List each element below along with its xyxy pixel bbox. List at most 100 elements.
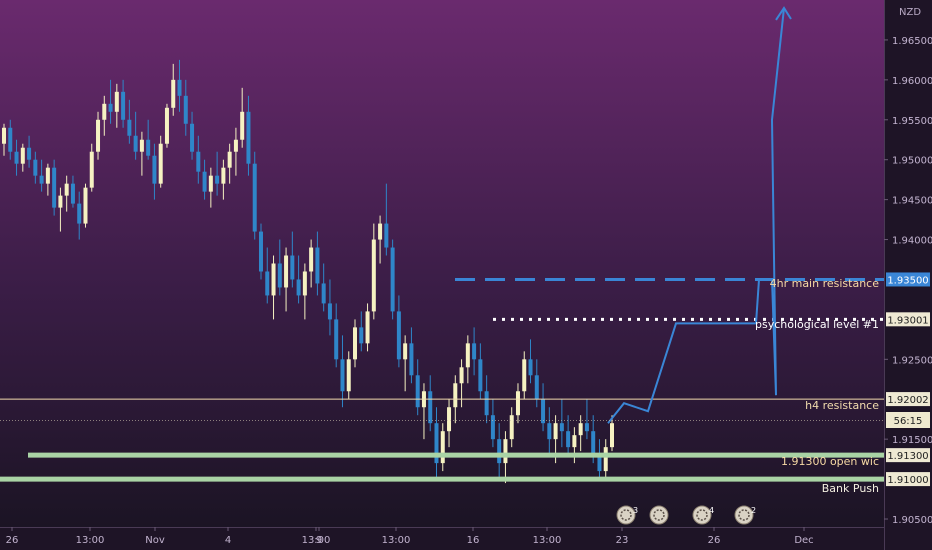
y-tick-label: 1.96000: [892, 76, 932, 87]
candle-body: [371, 239, 376, 312]
candle-body: [497, 439, 502, 464]
candle-body: [522, 359, 527, 392]
candle-body: [315, 247, 320, 284]
x-tick-label: 13:00: [533, 535, 562, 546]
candle-body: [133, 135, 138, 152]
x-tick-label: 4: [225, 535, 231, 546]
candle-body: [108, 103, 113, 112]
candle-body: [534, 375, 539, 400]
candle-body: [353, 327, 358, 360]
candle-body: [321, 283, 326, 304]
candle-body: [290, 255, 295, 280]
x-tick-label: 23: [616, 535, 629, 546]
candle-body: [33, 159, 38, 176]
candle-body: [83, 187, 88, 224]
candle-body: [240, 111, 245, 140]
y-axis-price-label: 1.93001: [887, 315, 928, 326]
currency-label: NZD: [899, 7, 921, 18]
x-axis-background: [0, 527, 884, 550]
candle-body: [271, 263, 276, 296]
candle-body: [603, 447, 608, 472]
candle-body: [146, 139, 151, 156]
x-tick-label: Nov: [145, 535, 165, 546]
candle-body: [77, 203, 82, 224]
candle-body: [171, 79, 176, 108]
candle-body: [196, 151, 201, 172]
candle-body: [327, 303, 332, 320]
candle-body: [96, 119, 101, 152]
candle-body: [578, 423, 583, 436]
level-label-4hr-main-resistance: 4hr main resistance: [770, 277, 880, 290]
y-tick-label: 1.92500: [892, 355, 932, 366]
candle-body: [58, 195, 63, 208]
candle-body: [8, 127, 13, 152]
candle-body: [27, 147, 32, 160]
event-badge: 4: [709, 506, 714, 515]
candle-body: [114, 91, 119, 112]
x-tick-label: 26: [6, 535, 19, 546]
price-chart: NZD 1.96500 1.96000 1.95500 1.95000 1.94500 1…: [0, 0, 932, 550]
candle: [52, 159, 57, 216]
candle-body: [252, 163, 257, 232]
candle-body: [484, 391, 489, 416]
candle-body: [346, 359, 351, 392]
candle: [258, 223, 263, 280]
candle-body: [528, 359, 533, 376]
candle: [390, 239, 395, 320]
candle-body: [365, 311, 370, 344]
candle-body: [547, 423, 552, 440]
candle: [252, 151, 257, 240]
candle-body: [39, 175, 44, 184]
candle-body: [45, 167, 50, 184]
candle-body: [233, 139, 238, 152]
candle-body: [472, 343, 477, 360]
candle-body: [202, 171, 207, 192]
event-flag-icon[interactable]: [649, 505, 669, 525]
candle-body: [584, 423, 589, 432]
candle-body: [296, 279, 301, 296]
candle-body: [102, 103, 107, 120]
y-tick-label: 1.94500: [892, 196, 932, 207]
candle-body: [277, 263, 282, 288]
y-axis-price-label: 1.91000: [887, 475, 928, 486]
candle-body: [396, 311, 401, 360]
candle-body: [559, 423, 564, 432]
candle-body: [359, 327, 364, 344]
x-tick-label: Dec: [794, 535, 813, 546]
x-tick-label: 16: [467, 535, 480, 546]
level-label-psychological: psychological level #1: [755, 318, 879, 331]
candle-body: [164, 107, 169, 144]
y-axis-price-label: 1.92002: [887, 395, 928, 406]
candle-body: [2, 127, 6, 144]
candle-body: [384, 223, 389, 248]
candle-body: [70, 183, 75, 204]
candle-body: [610, 423, 614, 448]
y-tick-label: 1.95500: [892, 116, 932, 127]
candle-body: [177, 79, 182, 96]
candle-body: [158, 143, 163, 184]
level-label-h4-resistance: h4 resistance: [805, 399, 879, 412]
y-tick-label: 1.96500: [892, 36, 932, 47]
candle-body: [246, 111, 251, 164]
candle-body: [509, 415, 514, 440]
y-tick-label: 1.94000: [892, 236, 932, 247]
candle-body: [190, 123, 195, 152]
x-tick-label: 9: [316, 535, 322, 546]
candle: [164, 103, 169, 148]
x-tick-label: 26: [708, 535, 721, 546]
level-label-bank-push: Bank Push: [822, 482, 879, 495]
candle-body: [566, 431, 571, 448]
candle-body: [390, 247, 395, 312]
candle-body: [284, 255, 289, 288]
candle-body: [453, 383, 458, 408]
candle-body: [183, 95, 188, 124]
candle-body: [152, 155, 157, 184]
candle-body: [302, 271, 307, 296]
current-price-label: 56:15: [894, 416, 923, 427]
candle-body: [409, 343, 414, 376]
candle-body: [591, 431, 596, 456]
candle-body: [14, 151, 19, 164]
event-badge: 2: [751, 506, 756, 515]
candle-body: [340, 359, 345, 392]
event-badge: 3: [633, 506, 638, 515]
